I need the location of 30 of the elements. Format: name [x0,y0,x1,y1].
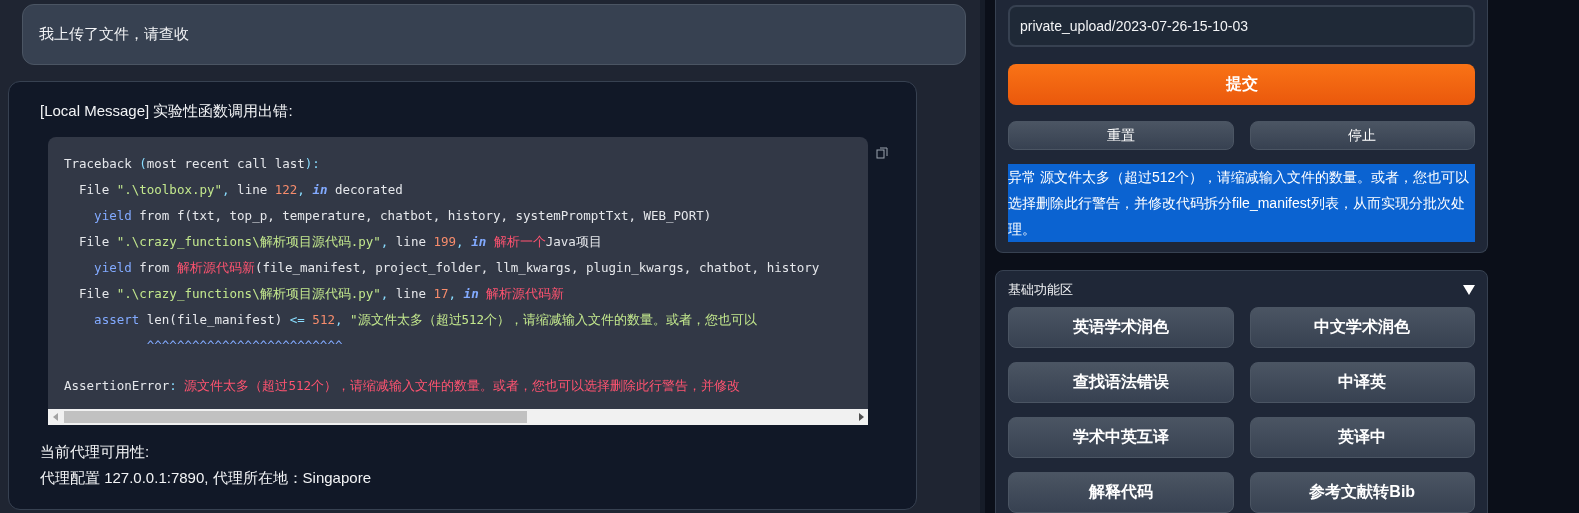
proxy-info-text: 当前代理可用性: [40,442,151,462]
error-line: AssertionError: 源文件太多（超过512个），请缩减输入文件的数量。或者，您也可以选择删除此行警告，并修改 [64,377,740,395]
panel-button[interactable]: 停止 [1249,121,1475,150]
code-line: File ".\crazy_functions\解析项目源代码.py", line 199, in 解析一个Java项目 [78,233,602,251]
function-button[interactable]: 英语学术润色 [1008,307,1234,348]
horizontal-scrollbar[interactable] [48,409,868,425]
function-button[interactable]: 学术中英互译 [1008,417,1234,458]
code-line: File ".\crazy_functions\解析项目源代码.py", line 17, in 解析源代码新 [78,285,565,303]
code-line: assert len(file_manifest) <= 512, "源文件太多（超过512个），请缩减输入文件的数量。或者，您也可以 [93,311,758,329]
function-button[interactable]: 英译中 [1249,417,1475,458]
code-line: yield from 解析源代码新(file_manifest, project_folder, llm_kwargs, plugin_kwargs, chatbot, history [93,259,820,277]
function-button[interactable]: 解释代码 [1008,472,1234,513]
message-title: [Local Message] 实验性函数调用出错: [40,102,294,121]
code-line: File ".\toolbox.py", line 122, in decorated [78,181,403,199]
function-button[interactable]: 查找语法错误 [1008,362,1234,403]
function-button[interactable]: 参考文献转Bib [1249,472,1475,513]
panel-button[interactable]: 重置 [1008,121,1234,150]
code-line: Traceback (most recent call last): [64,155,320,173]
scroll-right-arrow-icon[interactable] [858,413,864,421]
code-line: ^^^^^^^^^^^^^^^^^^^^^^^^^^ [145,337,343,355]
code-line: yield from f(txt, top_p, temperature, chatbot, history, systemPromptTxt, WEB_PORT) [93,207,712,225]
path-input-field[interactable]: private_upload/2023-07-26-15-10-03 [1008,5,1475,47]
error-message: 异常 源文件太多（超过512个），请缩减输入文件的数量。或者，您也可以选择删除此行警告，并修改代码拆分file_manifest列表，从而实现分批次处理。 [1008,164,1475,242]
function-area-title: 基础功能区 [1008,281,1073,299]
function-button[interactable]: 中文学术润色 [1249,307,1475,348]
collapse-triangle-icon[interactable] [1463,284,1475,296]
user-message: 我上传了文件，请查收 [22,4,966,65]
copy-icon[interactable] [876,147,888,159]
function-button[interactable]: 中译英 [1249,362,1475,403]
proxy-info-text: 代理配置 127.0.0.1:7890, 代理所在地：Singapore [40,468,372,488]
